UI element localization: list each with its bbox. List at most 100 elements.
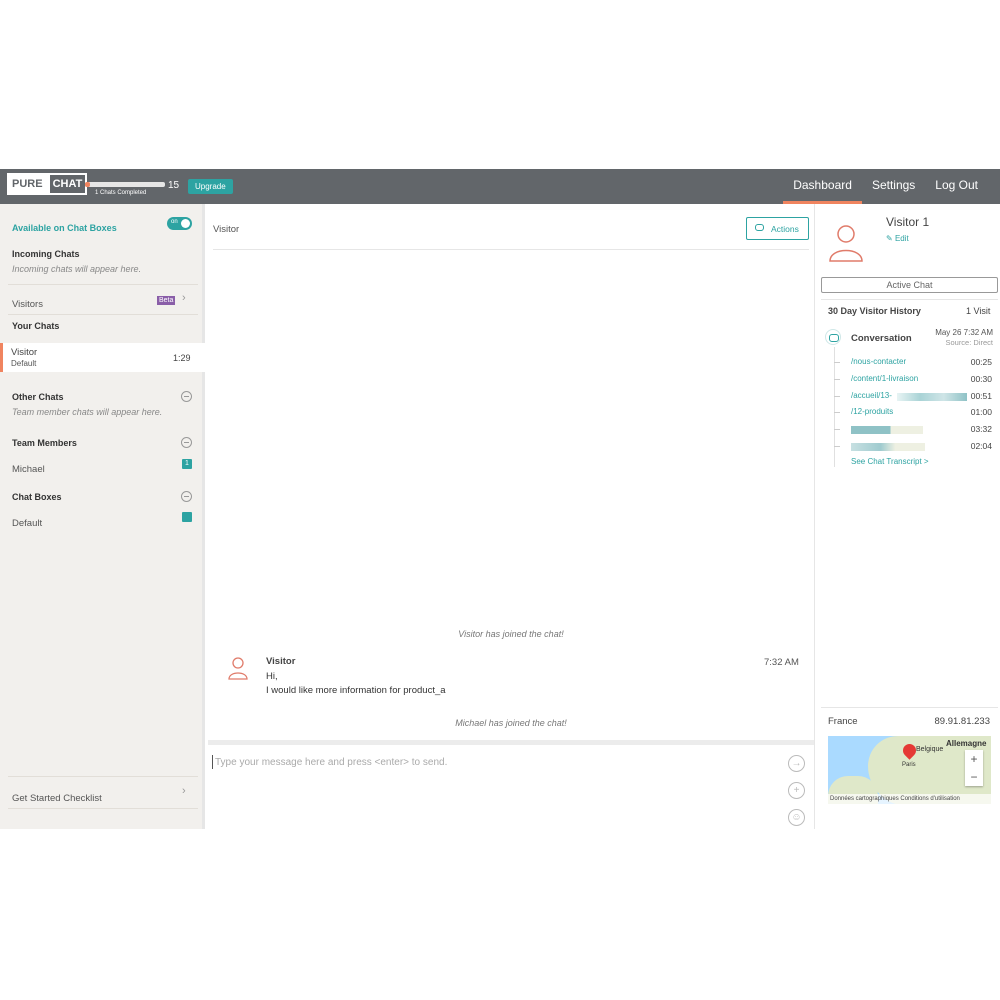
page-time: 02:04 [970,441,992,451]
chat-item-name: Visitor [11,347,38,358]
team-member-count-badge: 1 [182,459,192,469]
zoom-out-icon[interactable]: − [965,768,983,786]
redacted-page-path[interactable] [851,443,925,451]
collapse-chat-boxes-icon[interactable] [181,491,192,502]
team-member-name: Michael [12,464,45,475]
logo-chat: CHAT [47,173,88,195]
collapse-team-icon[interactable] [181,437,192,448]
top-bar: PURE CHAT 1 Chats Completed 15 Upgrade D… [0,169,1000,204]
redacted-page-path[interactable] [851,426,923,434]
add-attachment-icon[interactable]: + [788,782,805,799]
edit-visitor-link[interactable]: ✎ Edit [886,234,909,243]
availability-toggle[interactable]: on [167,217,192,230]
visitor-avatar-icon [228,657,248,680]
conversation-icon [825,329,841,345]
map-label-country: Belgique [916,746,944,753]
map-label-city: Paris [902,762,916,768]
emoji-icon[interactable]: ☺ [788,809,805,826]
nav-settings[interactable]: Settings [862,169,925,204]
divider [8,808,198,809]
logo-pure: PURE [7,173,48,195]
send-arrow-icon[interactable]: → [788,755,805,772]
page-link[interactable]: /nous-contacter [851,357,906,366]
toggle-knob [181,219,190,228]
divider [8,776,198,777]
team-member-row[interactable]: Michael [12,459,172,477]
divider [821,299,998,300]
purechat-logo[interactable]: PURE CHAT [7,173,88,195]
availability-row: Available on Chat Boxes [12,218,162,236]
chat-item-time: 1:29 [173,353,191,363]
location-map[interactable]: Allemagne Belgique Paris + − Données car… [828,736,991,804]
page-visit-item: 02:04 [815,441,1000,453]
divider [8,284,198,285]
see-chat-transcript-link[interactable]: See Chat Transcript > [851,457,929,466]
system-message-agent-joined: Michael has joined the chat! [455,718,567,728]
visitor-avatar-icon [829,225,863,262]
nav-logout[interactable]: Log Out [925,169,988,204]
chat-bubble-icon [755,224,764,231]
redacted-page-path [897,393,967,401]
visitor-info-panel: Visitor 1 ✎ Edit Active Chat 30 Day Visi… [814,204,1000,829]
get-started-checklist[interactable]: Get Started Checklist [12,788,172,806]
visitor-name: Visitor 1 [886,215,930,229]
progress-count: 15 [168,180,180,191]
conversation-source: Source: Direct [945,338,993,347]
other-chats-sub: Team member chats will appear here. [12,407,163,417]
pencil-icon: ✎ [886,234,893,243]
system-message-visitor-joined: Visitor has joined the chat! [458,629,564,639]
your-chats-title: Your Chats [12,321,60,331]
chat-list-item-visitor[interactable]: Visitor Default 1:29 [0,343,205,372]
zoom-in-icon[interactable]: + [965,750,983,768]
timeline-tick [834,446,840,447]
nav-dashboard[interactable]: Dashboard [783,169,862,204]
beta-badge: Beta [157,296,176,305]
page-link[interactable]: /12-produits [851,407,893,416]
upgrade-button[interactable]: Upgrade [188,179,233,194]
timeline-tick [834,362,840,363]
actions-label: Actions [771,224,799,234]
timeline-tick [834,412,840,413]
page-time: 00:25 [970,357,992,367]
conversation-title: Conversation [851,333,912,344]
page-visit-item: 03:32 [815,424,1000,436]
message-sender: Visitor [266,656,296,667]
map-attribution: Données cartographiques Conditions d'uti… [828,794,991,804]
your-chats-section: Your Chats [12,321,217,331]
app-window: PURE CHAT 1 Chats Completed 15 Upgrade D… [0,169,1000,829]
message-time: 7:32 AM [764,657,799,668]
map-zoom-control: + − [965,750,983,786]
chat-box-row[interactable]: Default [12,513,172,531]
toggle-on-label: on [171,219,178,225]
actions-button[interactable]: Actions [746,217,809,240]
header-divider [213,249,809,250]
conversation-date: May 26 7:32 AM [935,328,993,337]
visitors-label: Visitors [12,299,43,310]
chat-header-title: Visitor [213,224,240,235]
page-link[interactable]: /accueil/13- [851,391,892,400]
timeline-tick [834,429,840,430]
collapse-other-chats-icon[interactable] [181,391,192,402]
chevron-right-icon[interactable]: › [182,292,186,304]
chat-box-name: Default [12,518,43,529]
message-input[interactable] [212,755,772,769]
divider [8,314,198,315]
chevron-right-icon[interactable]: › [182,785,186,797]
sidebar: Available on Chat Boxes on Incoming Chat… [0,204,205,829]
page-time: 00:30 [970,374,992,384]
timeline-tick [834,379,840,380]
page-link[interactable]: /content/1-livraison [851,374,918,383]
chat-pane: Visitor Actions Visitor has joined the c… [208,204,814,829]
availability-label: Available on Chat Boxes [12,223,117,233]
page-visit-item: /12-produits 01:00 [815,407,1000,419]
visitor-ip: 89.91.81.233 [934,716,990,727]
edit-label: Edit [894,234,909,243]
page-visit-item: /content/1-livraison 00:30 [815,374,1000,386]
incoming-section: Incoming Chats Incoming chats will appea… [12,249,217,274]
sidebar-item-visitors[interactable]: Visitors [12,294,152,312]
chat-box-color-swatch [182,512,192,522]
incoming-title: Incoming Chats [12,249,80,259]
progress-label: 1 Chats Completed [95,190,147,196]
page-time: 00:51 [970,391,992,401]
active-chat-button[interactable]: Active Chat [821,277,998,293]
